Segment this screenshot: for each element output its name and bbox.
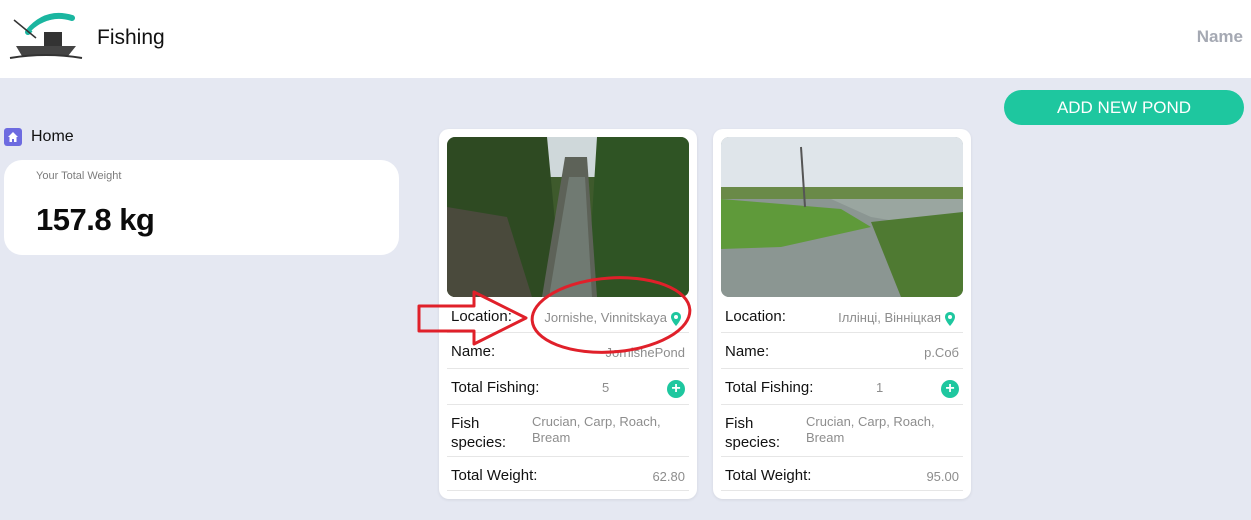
location-text: Іллінці, Вінніцкая — [838, 310, 941, 325]
sidebar-item-home[interactable]: Home — [4, 128, 74, 146]
total-weight-value: 157.8 kg — [36, 202, 155, 237]
name-value: р.Соб — [924, 345, 959, 360]
add-fishing-button[interactable]: + — [667, 380, 685, 398]
pond-name-row: Name: р.Соб — [721, 333, 963, 369]
app-title: Fishing — [97, 26, 165, 49]
location-label: Location: — [725, 308, 786, 325]
pond-total-weight-row: Total Weight: 62.80 — [447, 457, 689, 491]
fish-species-label: Fish species: — [451, 415, 507, 451]
top-bar: Fishing Name — [0, 0, 1251, 78]
pond-total-fishing-row: Total Fishing: 1 + — [721, 369, 963, 405]
total-weight-value: 95.00 — [926, 469, 959, 484]
total-fishing-value: 1 — [876, 380, 884, 395]
pond-card[interactable]: Location: Іллінці, Вінніцкая Name: р.Соб… — [713, 129, 971, 499]
total-weight-value: 62.80 — [652, 469, 685, 484]
pond-photo — [721, 137, 963, 297]
fish-species-value: Crucian, Carp, Roach, Bream — [532, 414, 661, 445]
total-fishing-label: Total Fishing: — [451, 379, 540, 396]
location-value: Іллінці, Вінніцкая — [838, 310, 955, 326]
fish-species-label: Fish species: — [725, 415, 781, 451]
pond-total-fishing-row: Total Fishing: 5 + — [447, 369, 689, 405]
user-name[interactable]: Name — [1197, 27, 1243, 47]
total-fishing-label: Total Fishing: — [725, 379, 814, 396]
total-weight-label: Total Weight: — [725, 467, 812, 484]
location-text: Jornishe, Vinnitskaya — [544, 310, 667, 325]
pond-fish-species-row: Fish species: Crucian, Carp, Roach, Brea… — [447, 405, 689, 457]
add-fishing-button[interactable]: + — [941, 380, 959, 398]
location-pin-icon — [671, 311, 681, 326]
logo — [9, 12, 83, 59]
name-label: Name: — [451, 343, 496, 360]
pond-fish-species-row: Fish species: Crucian, Carp, Roach, Brea… — [721, 405, 963, 457]
name-label: Name: — [725, 343, 770, 360]
fish-species-value: Crucian, Carp, Roach, Bream — [806, 414, 935, 445]
pond-location-row: Location: Іллінці, Вінніцкая — [721, 299, 963, 333]
pond-photo — [447, 137, 689, 297]
home-icon — [4, 128, 22, 146]
total-weight-label: Your Total Weight — [36, 170, 122, 182]
pond-location-row: Location: Jornishe, Vinnitskaya — [447, 299, 689, 333]
pond-card[interactable]: Location: Jornishe, Vinnitskaya Name: Jo… — [439, 129, 697, 499]
total-fishing-value: 5 — [602, 380, 610, 395]
add-new-pond-button[interactable]: ADD NEW POND — [1004, 90, 1244, 125]
pond-total-weight-row: Total Weight: 95.00 — [721, 457, 963, 491]
sidebar-item-label: Home — [31, 128, 74, 145]
pond-name-row: Name: JornishePond — [447, 333, 689, 369]
total-weight-card: Your Total Weight 157.8 kg — [4, 160, 399, 255]
location-label: Location: — [451, 308, 512, 325]
location-value: Jornishe, Vinnitskaya — [544, 310, 681, 326]
location-pin-icon — [945, 311, 955, 326]
name-value: JornishePond — [605, 345, 686, 360]
total-weight-label: Total Weight: — [451, 467, 538, 484]
